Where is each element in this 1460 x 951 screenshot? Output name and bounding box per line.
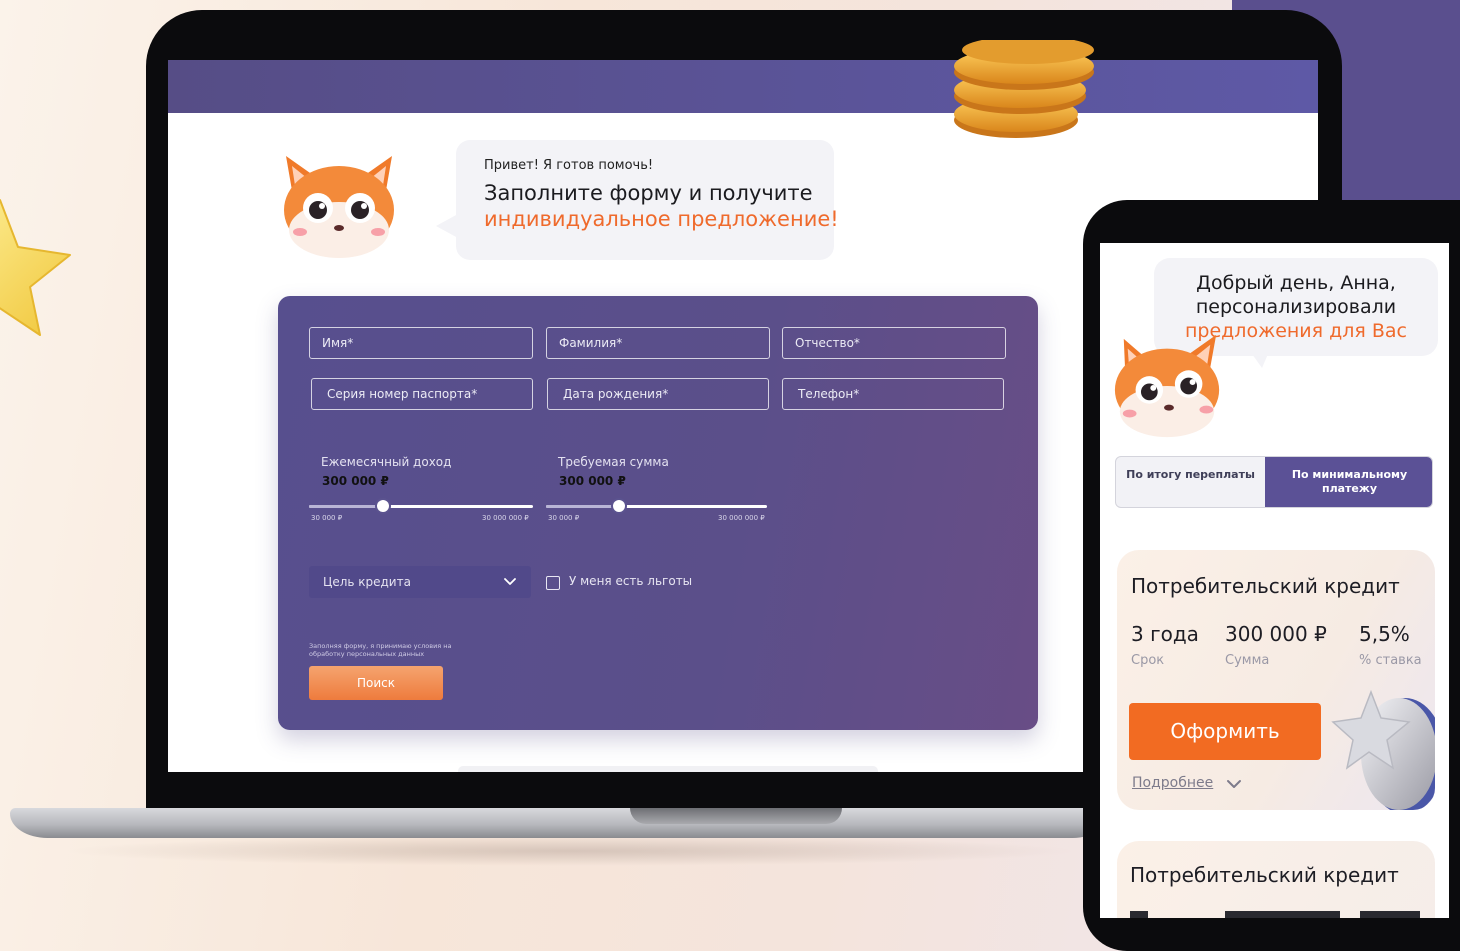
offer-title: Потребительский кредит — [1130, 863, 1399, 887]
passport-input[interactable]: Серия номер паспорта* — [311, 378, 533, 410]
bubble-greeting: Привет! Я готов помочь! — [484, 158, 654, 173]
consent-text: Заполняя форму, я принимаю условия на об… — [309, 642, 452, 658]
first-name-input[interactable]: Имя* — [309, 327, 533, 359]
credit-purpose-select[interactable]: Цель кредита — [309, 566, 531, 598]
content-below-fold — [458, 766, 878, 772]
amount-slider-fill — [546, 505, 619, 508]
fox-mascot-icon — [284, 156, 394, 258]
offer-stats-cutoff — [1130, 911, 1420, 918]
loan-offer-card: Потребительский кредит 3 года Срок 300 0… — [1117, 550, 1435, 810]
income-value: 300 000 ₽ — [322, 474, 389, 488]
phone-screen: Добрый день, Анна, персонализировали пре… — [1100, 243, 1449, 918]
chevron-down-icon — [504, 578, 516, 585]
site-header — [168, 60, 1318, 113]
offer-sum-caption: Сумма — [1225, 653, 1270, 668]
benefits-label[interactable]: У меня есть льготы — [569, 574, 692, 588]
benefits-checkbox[interactable] — [546, 576, 560, 590]
amount-max: 30 000 000 ₽ — [718, 514, 765, 522]
bubble-headline: Заполните форму и получите — [484, 181, 813, 205]
last-name-input[interactable]: Фамилия* — [546, 327, 770, 359]
offer-rate-caption: % ставка — [1359, 653, 1422, 668]
amount-slider-thumb[interactable] — [613, 500, 625, 512]
fox-mascot-icon — [1114, 334, 1220, 438]
loan-offer-card: Потребительский кредит — [1117, 841, 1435, 918]
greeting-line-1: Добрый день, Анна, — [1196, 272, 1396, 294]
star-icon — [0, 199, 71, 336]
apply-button[interactable]: Оформить — [1129, 703, 1321, 760]
details-link[interactable]: Подробнее — [1132, 775, 1213, 791]
offer-title: Потребительский кредит — [1131, 574, 1400, 598]
coins-icon — [954, 40, 1094, 138]
income-min: 30 000 ₽ — [311, 514, 343, 522]
offer-term-caption: Срок — [1131, 653, 1165, 668]
offer-sum-value: 300 000 ₽ — [1225, 622, 1327, 646]
amount-min: 30 000 ₽ — [548, 514, 580, 522]
offer-rate-value: 5,5% — [1359, 622, 1410, 646]
amount-label: Требуемая сумма — [558, 455, 669, 469]
chevron-down-icon[interactable] — [1225, 775, 1243, 793]
laptop-base — [10, 808, 1110, 838]
tab-overpayment[interactable]: По итогу переплаты — [1116, 457, 1265, 507]
laptop-notch — [630, 808, 842, 824]
income-max: 30 000 000 ₽ — [482, 514, 529, 522]
middle-name-input[interactable]: Отчество* — [782, 327, 1006, 359]
search-button[interactable]: Поиск — [309, 666, 443, 700]
amount-value: 300 000 ₽ — [559, 474, 626, 488]
offer-term-value: 3 года — [1131, 622, 1199, 646]
income-slider-fill — [309, 505, 383, 508]
bubble-headline-accent: индивидуальное предложение! — [484, 207, 839, 231]
birthdate-input[interactable]: Дата рождения* — [547, 378, 769, 410]
phone-input[interactable]: Телефон* — [782, 378, 1004, 410]
credit-purpose-label: Цель кредита — [323, 575, 411, 589]
medal-icon — [1331, 689, 1435, 810]
income-label: Ежемесячный доход — [321, 455, 452, 469]
greeting-line-2: персонализировали — [1195, 296, 1397, 318]
credit-application-form: Имя* Фамилия* Отчество* Серия номер пасп… — [278, 296, 1038, 730]
mascot-speech-bubble: Привет! Я готов помочь! Заполните форму … — [436, 140, 839, 260]
sort-tabs: По итогу переплаты По минимальному плате… — [1115, 456, 1433, 508]
tab-min-payment[interactable]: По минимальному платежу — [1265, 457, 1432, 507]
income-slider-thumb[interactable] — [377, 500, 389, 512]
laptop-shadow — [60, 836, 1080, 866]
